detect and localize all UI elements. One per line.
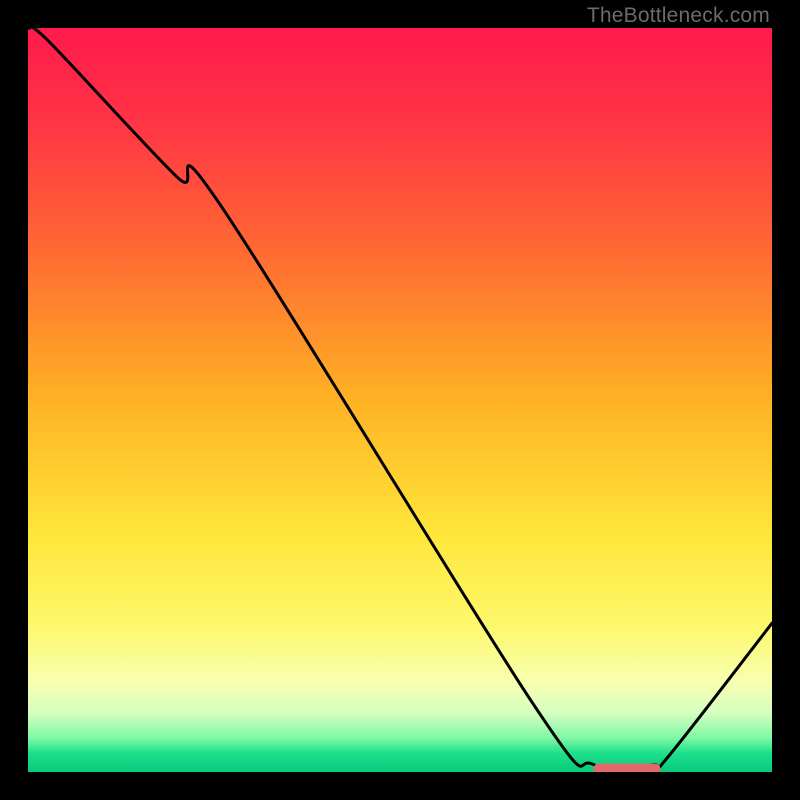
chart-frame <box>28 28 772 772</box>
highlight-marker <box>593 764 660 772</box>
chart-svg <box>28 28 772 772</box>
watermark-text: TheBottleneck.com <box>587 4 770 28</box>
